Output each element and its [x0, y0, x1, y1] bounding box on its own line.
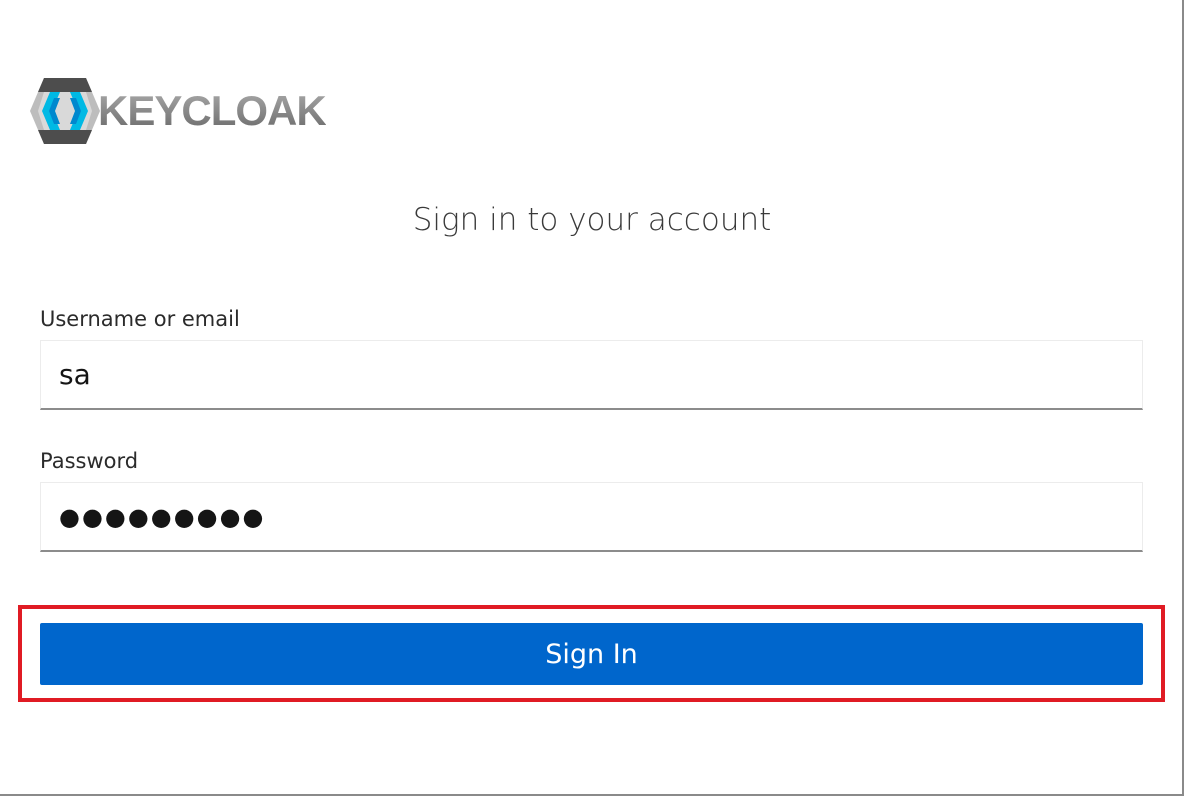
password-label: Password [40, 449, 139, 473]
sign-in-button[interactable]: Sign In [40, 623, 1143, 685]
login-page: KEYCLOAK Sign in to your account Usernam… [0, 0, 1184, 796]
page-title: Sign in to your account [412, 202, 772, 238]
brand-name: KEYCLOAK [98, 87, 327, 134]
username-input[interactable] [40, 340, 1143, 410]
keycloak-hexagon-icon [30, 78, 100, 144]
username-label: Username or email [40, 307, 240, 331]
keycloak-logo: KEYCLOAK [30, 78, 327, 144]
password-input[interactable] [40, 482, 1143, 552]
